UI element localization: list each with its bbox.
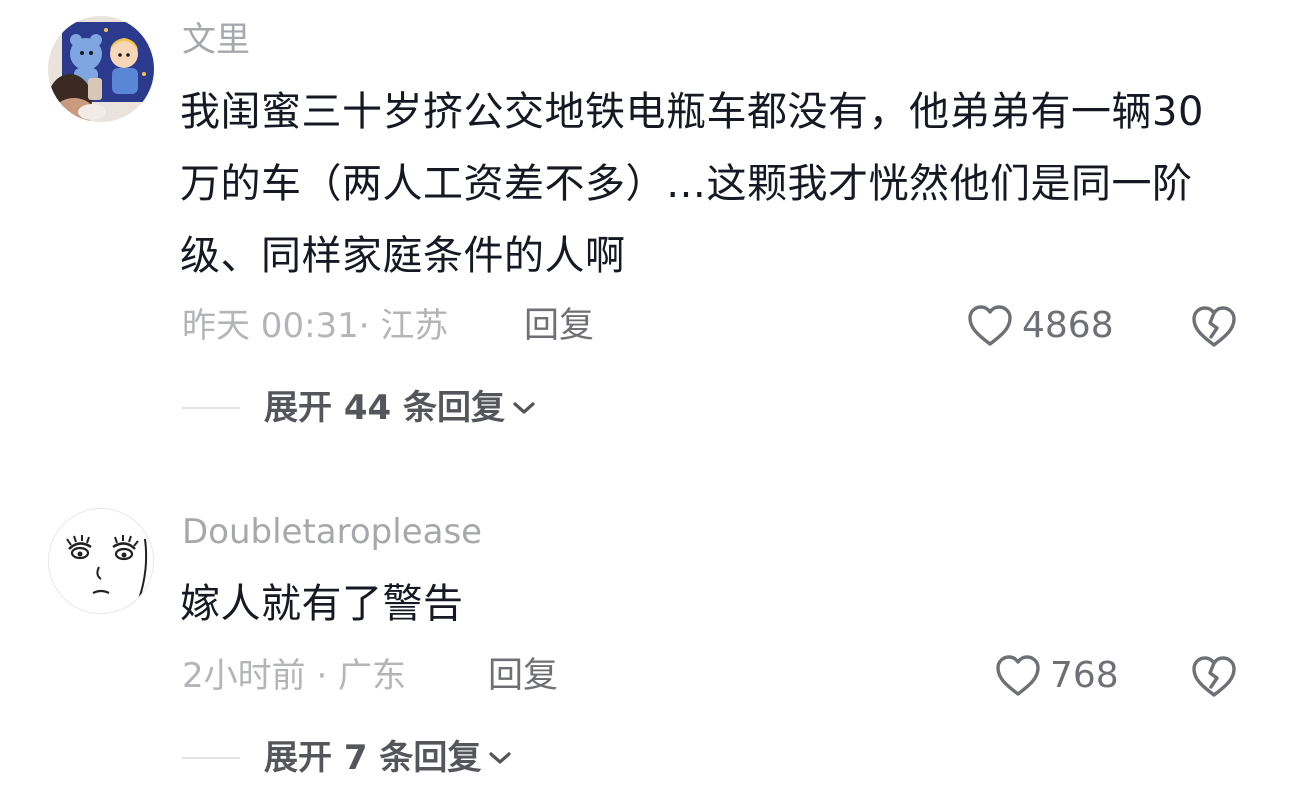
reply-button[interactable]: 回复 xyxy=(524,306,594,346)
expand-replies-button[interactable]: 展开 44 条回复 xyxy=(182,386,537,430)
expand-replies-label: 展开 7 条回复 xyxy=(264,738,482,778)
heart-outline-icon xyxy=(996,655,1040,696)
like-button[interactable]: 768 xyxy=(994,652,1119,700)
broken-heart-icon[interactable] xyxy=(1190,304,1238,350)
avatar-image xyxy=(49,509,153,613)
expand-replies-button[interactable]: 展开 7 条回复 xyxy=(182,736,513,780)
comment-meta: 2小时前 · 广东 xyxy=(182,656,407,696)
username[interactable]: 文里 xyxy=(182,20,250,60)
reply-button[interactable]: 回复 xyxy=(488,656,558,696)
divider-line xyxy=(182,407,240,409)
avatar[interactable] xyxy=(48,508,154,614)
heart-outline-icon xyxy=(968,305,1012,346)
comment-text: 我闺蜜三十岁挤公交地铁电瓶车都没有，他弟弟有一辆30万的车（两人工资差不多）…这… xyxy=(180,89,1204,279)
comment-meta: 昨天 00:31· 江苏 xyxy=(182,306,449,346)
comment-item: 文里 我闺蜜三十岁挤公交地铁电瓶车都没有，他弟弟有一辆30万的车（两人工资差不多… xyxy=(0,0,1290,460)
like-button[interactable]: 4868 xyxy=(966,302,1114,350)
chevron-down-icon xyxy=(489,752,511,764)
avatar[interactable] xyxy=(48,16,154,122)
divider-line xyxy=(182,757,240,759)
expand-replies-label: 展开 44 条回复 xyxy=(264,388,505,428)
broken-heart-icon[interactable] xyxy=(1190,654,1238,700)
username[interactable]: Doubletaroplease xyxy=(182,512,482,552)
comment-text: 嫁人就有了警告 xyxy=(180,581,464,627)
like-count: 768 xyxy=(1050,655,1119,696)
like-count: 4868 xyxy=(1022,305,1114,346)
comment-item: Doubletaroplease 嫁人就有了警告 2小时前 · 广东 回复 76… xyxy=(0,500,1290,796)
avatar-image xyxy=(48,16,154,122)
chevron-down-icon xyxy=(513,402,535,414)
